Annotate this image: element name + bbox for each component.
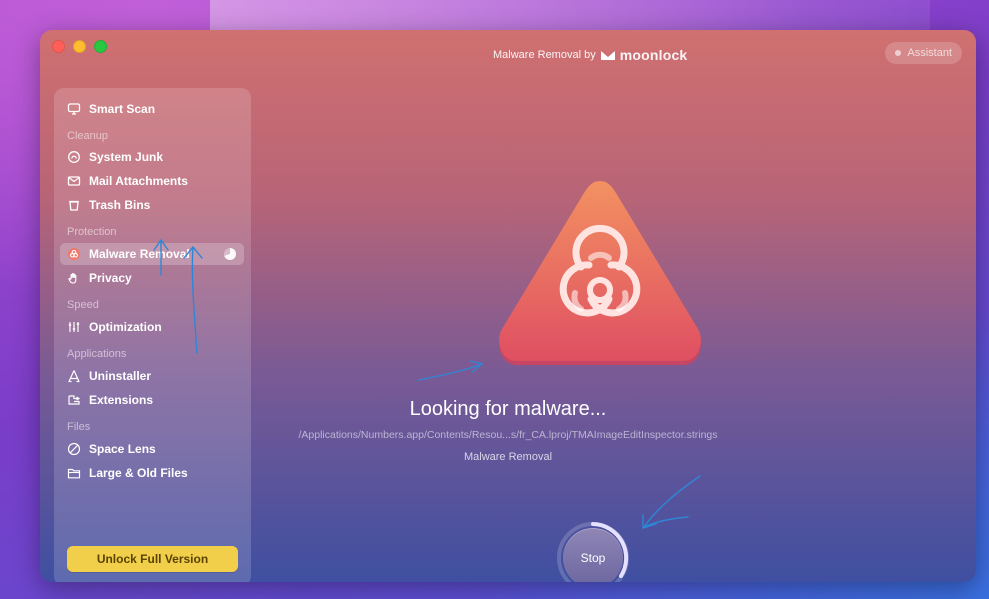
section-speed: Speed <box>67 299 99 311</box>
sidebar-item-label: Trash Bins <box>89 198 151 212</box>
stop-button[interactable]: Stop <box>563 528 623 582</box>
assistant-button[interactable]: Assistant <box>885 42 962 64</box>
mail-icon <box>67 174 81 188</box>
window-title: Malware Removal by moonlock <box>493 47 687 63</box>
minimize-window-button[interactable] <box>73 40 86 53</box>
sidebar-item-privacy[interactable]: Privacy <box>60 267 244 289</box>
sidebar-item-malware-removal[interactable]: Malware Removal <box>60 243 244 265</box>
sidebar-item-smart-scan[interactable]: Smart Scan <box>60 98 244 120</box>
malware-hero-icon <box>499 181 701 365</box>
section-applications: Applications <box>67 348 127 360</box>
sidebar-item-trash-bins[interactable]: Trash Bins <box>60 194 244 216</box>
sidebar-item-large-old-files[interactable]: Large & Old Files <box>60 462 244 484</box>
monitor-icon <box>67 102 81 116</box>
assistant-label: Assistant <box>907 47 952 59</box>
stop-control: Stop <box>555 520 631 582</box>
sliders-icon <box>67 320 81 334</box>
trash-icon <box>67 198 81 212</box>
folder-icon <box>67 466 81 480</box>
sidebar-item-label: Smart Scan <box>89 102 156 116</box>
sidebar-item-optimization[interactable]: Optimization <box>60 316 244 338</box>
uninstaller-icon <box>67 369 81 383</box>
sidebar-item-label: System Junk <box>89 150 164 164</box>
sidebar-item-mail-attachments[interactable]: Mail Attachments <box>60 170 244 192</box>
moonlock-logo-icon <box>600 51 615 60</box>
close-window-button[interactable] <box>52 40 65 53</box>
sidebar-item-label: Mail Attachments <box>89 174 188 188</box>
sidebar-item-system-junk[interactable]: System Junk <box>60 146 244 168</box>
biohazard-icon <box>67 247 81 261</box>
sidebar-item-uninstaller[interactable]: Uninstaller <box>60 365 244 387</box>
sidebar-item-label: Large & Old Files <box>89 466 188 480</box>
hand-icon <box>67 271 81 285</box>
window-controls <box>52 40 107 53</box>
unlock-full-version-button[interactable]: Unlock Full Version <box>67 546 238 572</box>
app-window: Malware Removal by moonlock Assistant Sm… <box>40 30 976 582</box>
zoom-window-button[interactable] <box>94 40 107 53</box>
section-protection: Protection <box>67 226 117 238</box>
sidebar-item-label: Uninstaller <box>89 369 152 383</box>
sidebar-item-label: Privacy <box>89 271 132 285</box>
sidebar-item-label: Optimization <box>89 320 162 334</box>
sidebar: Smart Scan Cleanup System Junk Mail Atta… <box>54 88 251 582</box>
scan-current-path: /Applications/Numbers.app/Contents/Resou… <box>298 429 718 441</box>
title-prefix: Malware Removal by <box>493 49 596 61</box>
assistant-status-dot <box>895 50 902 56</box>
brand-name: moonlock <box>619 47 688 63</box>
junk-icon <box>67 150 81 164</box>
scan-status-text: Looking for malware... <box>409 398 607 420</box>
section-cleanup: Cleanup <box>67 130 108 142</box>
scan-progress-icon <box>224 248 236 260</box>
sidebar-item-label: Malware Removal <box>89 247 190 261</box>
scan-module-label: Malware Removal <box>463 451 553 463</box>
